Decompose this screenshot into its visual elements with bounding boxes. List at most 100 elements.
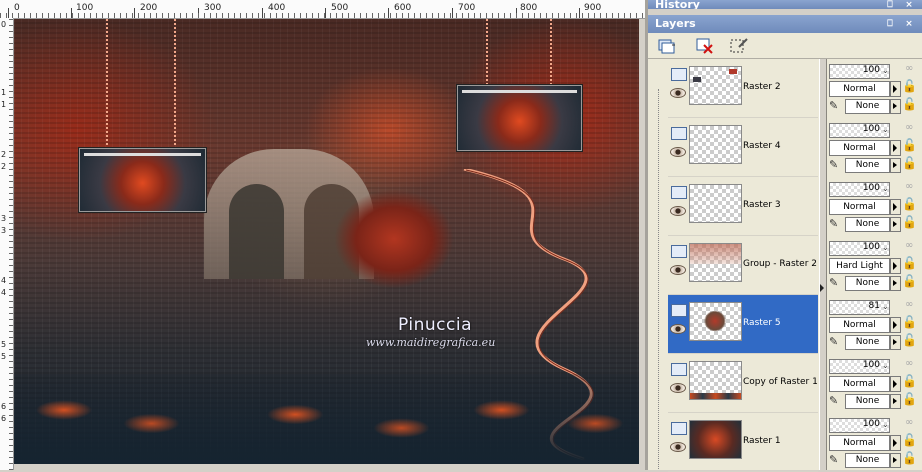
opacity-field[interactable]: 100 ⌄: [829, 359, 890, 374]
layer-row-copy-of-raster-1[interactable]: Copy of Raster 1: [668, 354, 818, 413]
eye-icon[interactable]: [670, 265, 686, 275]
link-icon[interactable]: ∞: [905, 181, 915, 192]
delete-layer-icon[interactable]: [694, 36, 716, 56]
mask-dropdown-arrow[interactable]: [890, 394, 901, 409]
blend-dropdown-arrow[interactable]: [890, 199, 901, 215]
mask-field[interactable]: None: [845, 453, 890, 468]
lock-icon[interactable]: 🔓: [902, 79, 917, 93]
brush-icon[interactable]: ✎: [829, 217, 843, 231]
eye-icon[interactable]: [670, 442, 686, 452]
lock-icon[interactable]: 🔓: [902, 392, 917, 406]
brush-icon[interactable]: ✎: [829, 453, 843, 467]
link-icon[interactable]: ∞: [905, 299, 915, 310]
mask-dropdown-arrow[interactable]: [890, 453, 901, 468]
mask-field[interactable]: None: [845, 158, 890, 173]
blend-dropdown-arrow[interactable]: [890, 317, 901, 333]
mask-field[interactable]: None: [845, 394, 890, 409]
mask-field[interactable]: None: [845, 335, 890, 350]
brush-icon[interactable]: ✎: [829, 99, 843, 113]
blend-dropdown-arrow[interactable]: [890, 435, 901, 451]
link-icon[interactable]: ∞: [905, 122, 915, 133]
blend-mode-select[interactable]: Normal: [829, 199, 890, 215]
panel-splitter[interactable]: [819, 59, 827, 470]
layer-row-raster-4[interactable]: Raster 4: [668, 118, 818, 177]
expand-arrow-icon[interactable]: [820, 284, 824, 292]
opacity-field[interactable]: 100 ⌄: [829, 241, 890, 256]
image-canvas[interactable]: Pinuccia www.maidiregrafica.eu: [14, 19, 639, 464]
edit-selection-icon[interactable]: [728, 36, 750, 56]
lock-icon[interactable]: 🔓: [902, 374, 917, 388]
ruler-label-0: 0: [14, 3, 20, 13]
lock-icon[interactable]: 🔓: [902, 97, 917, 111]
lock-icon[interactable]: 🔓: [902, 451, 917, 465]
lock-icon[interactable]: 🔓: [902, 156, 917, 170]
blend-mode-select[interactable]: Normal: [829, 435, 890, 451]
layers-panel-title[interactable]: Layers ⎕ ×: [648, 15, 922, 33]
brush-icon[interactable]: ✎: [829, 158, 843, 172]
layer-visibility-icon[interactable]: [671, 186, 687, 199]
eye-icon[interactable]: [670, 324, 686, 334]
pin-icon[interactable]: ⎕: [885, 19, 895, 29]
layer-row-group-raster-2[interactable]: Group - Raster 2: [668, 236, 818, 295]
mask-dropdown-arrow[interactable]: [890, 158, 901, 173]
blend-dropdown-arrow[interactable]: [890, 376, 901, 392]
lock-icon[interactable]: 🔓: [902, 274, 917, 288]
layer-row-raster-2[interactable]: Raster 2: [668, 59, 818, 118]
blend-dropdown-arrow[interactable]: [890, 140, 901, 156]
layer-props-raster-1: 100 ⌄ ∞ Normal 🔓 ✎ None 🔓: [825, 413, 922, 471]
layer-visibility-icon[interactable]: [671, 363, 687, 376]
opacity-field[interactable]: 100 ⌄: [829, 182, 890, 197]
brush-icon[interactable]: ✎: [829, 335, 843, 349]
mask-field[interactable]: None: [845, 276, 890, 291]
brush-icon[interactable]: ✎: [829, 276, 843, 290]
lock-icon[interactable]: 🔓: [902, 197, 917, 211]
mask-field[interactable]: None: [845, 217, 890, 232]
layer-visibility-icon[interactable]: [671, 304, 687, 317]
blend-dropdown-arrow[interactable]: [890, 81, 901, 97]
layer-row-raster-5[interactable]: Raster 5: [668, 295, 818, 354]
mask-dropdown-arrow[interactable]: [890, 335, 901, 350]
pin-icon[interactable]: ⎕: [885, 0, 895, 9]
link-icon[interactable]: ∞: [905, 358, 915, 369]
lock-icon[interactable]: 🔓: [902, 433, 917, 447]
layer-thumbnail: [689, 66, 742, 105]
lock-icon[interactable]: 🔓: [902, 315, 917, 329]
blend-mode-select[interactable]: Normal: [829, 81, 890, 97]
blend-mode-select[interactable]: Hard Light: [829, 258, 890, 274]
mask-dropdown-arrow[interactable]: [890, 99, 901, 114]
history-panel-title[interactable]: History ⎕ ×: [648, 0, 922, 9]
blend-mode-select[interactable]: Normal: [829, 140, 890, 156]
eye-icon[interactable]: [670, 147, 686, 157]
lock-icon[interactable]: 🔓: [902, 138, 917, 152]
eye-icon[interactable]: [670, 206, 686, 216]
new-layer-icon[interactable]: [656, 36, 678, 56]
close-icon[interactable]: ×: [904, 0, 914, 9]
layer-visibility-icon[interactable]: [671, 68, 687, 81]
mask-dropdown-arrow[interactable]: [890, 276, 901, 291]
mask-dropdown-arrow[interactable]: [890, 217, 901, 232]
blend-dropdown-arrow[interactable]: [890, 258, 901, 274]
link-icon[interactable]: ∞: [905, 240, 915, 251]
blend-mode-select[interactable]: Normal: [829, 317, 890, 333]
layer-visibility-icon[interactable]: [671, 127, 687, 140]
eye-icon[interactable]: [670, 383, 686, 393]
vruler-label: 2: [1, 162, 7, 171]
link-icon[interactable]: ∞: [905, 417, 915, 428]
layer-visibility-icon[interactable]: [671, 422, 687, 435]
opacity-field[interactable]: 100 ⌄: [829, 64, 890, 79]
lock-icon[interactable]: 🔓: [902, 215, 917, 229]
opacity-field[interactable]: 100 ⌄: [829, 123, 890, 138]
opacity-field[interactable]: 81 ⌄: [829, 300, 890, 315]
layer-row-raster-1[interactable]: Raster 1: [668, 413, 818, 472]
blend-mode-select[interactable]: Normal: [829, 376, 890, 392]
mask-field[interactable]: None: [845, 99, 890, 114]
lock-icon[interactable]: 🔓: [902, 333, 917, 347]
close-icon[interactable]: ×: [904, 19, 914, 29]
lock-icon[interactable]: 🔓: [902, 256, 917, 270]
layer-visibility-icon[interactable]: [671, 245, 687, 258]
layer-row-raster-3[interactable]: Raster 3: [668, 177, 818, 236]
opacity-field[interactable]: 100 ⌄: [829, 418, 890, 433]
link-icon[interactable]: ∞: [905, 63, 915, 74]
eye-icon[interactable]: [670, 88, 686, 98]
brush-icon[interactable]: ✎: [829, 394, 843, 408]
